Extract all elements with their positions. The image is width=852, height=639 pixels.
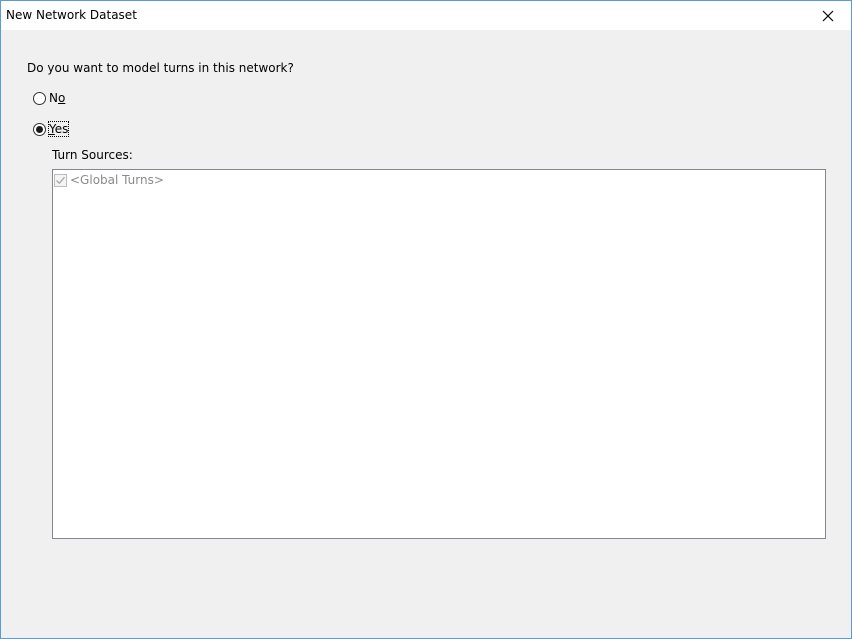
radio-no-circle[interactable] — [33, 91, 46, 105]
window-title: New Network Dataset — [6, 8, 137, 22]
radio-yes[interactable]: Yes — [33, 121, 70, 137]
radio-no-label-mnemonic: o — [57, 91, 66, 105]
list-item: <Global Turns> — [54, 172, 164, 188]
radio-yes-circle[interactable] — [33, 122, 46, 136]
close-icon — [822, 10, 834, 21]
radio-no-label[interactable]: No — [49, 91, 65, 105]
radio-no-label-prefix: N — [49, 91, 58, 105]
radio-no[interactable]: No — [33, 90, 65, 106]
turns-question: Do you want to model turns in this netwo… — [27, 61, 294, 75]
turn-sources-label: Turn Sources: — [52, 148, 133, 162]
checkmark-icon — [56, 176, 65, 184]
dialog-window: New Network Dataset Do you want to model… — [0, 0, 852, 639]
global-turns-checkbox — [54, 173, 67, 187]
global-turns-label: <Global Turns> — [70, 173, 164, 187]
turn-sources-list[interactable]: <Global Turns> — [52, 169, 826, 539]
radio-yes-label[interactable]: Yes — [47, 121, 70, 137]
close-button[interactable] — [805, 1, 851, 30]
radio-yes-label-rest: es — [54, 122, 69, 136]
title-bar: New Network Dataset — [1, 1, 851, 30]
